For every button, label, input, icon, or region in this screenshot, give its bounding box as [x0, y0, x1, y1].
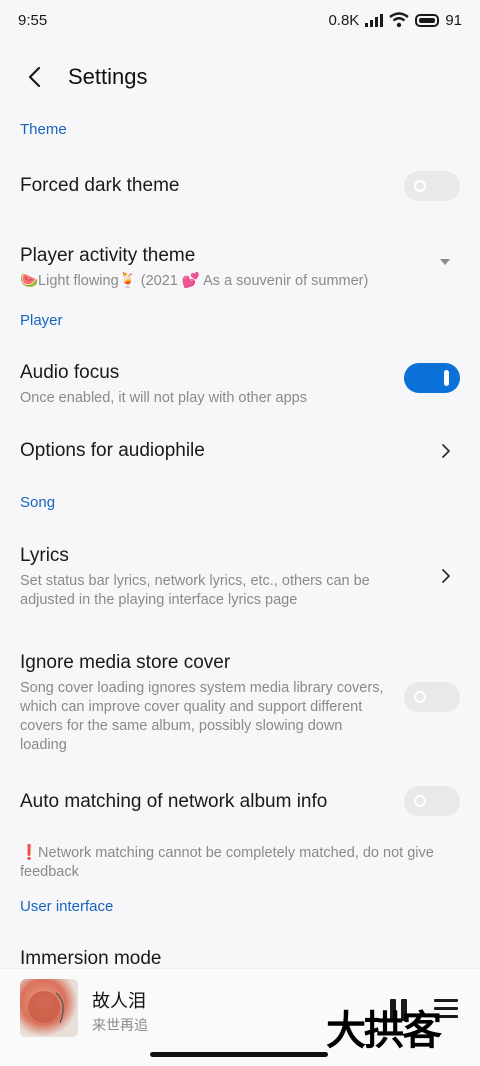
watermark-logo: 大拱客 — [326, 1009, 442, 1053]
player-activity-title: Player activity theme — [20, 245, 196, 266]
wifi-icon — [389, 12, 410, 28]
app-header: Settings — [0, 54, 480, 100]
battery-level: 91 — [445, 11, 462, 29]
status-icons: 0.8K 91 — [328, 12, 462, 29]
ignore-cover-toggle[interactable] — [404, 682, 460, 712]
ignore-cover-subtitle: Song cover loading ignores system media … — [20, 680, 384, 753]
back-button[interactable] — [4, 54, 64, 100]
song-title: 故人泪 — [92, 991, 146, 1011]
audio-focus-title: Audio focus — [20, 362, 120, 383]
chevron-right-icon — [442, 569, 450, 583]
immersion-title: Immersion mode — [20, 948, 162, 969]
audio-focus-toggle[interactable] — [404, 363, 460, 393]
audiophile-title: Options for audiophile — [20, 440, 205, 461]
section-theme: Theme — [20, 121, 67, 138]
player-activity-value: 🍉Light flowing🍹 (2021 💕 As a souvenir of… — [20, 273, 369, 289]
lyrics-subtitle: Set status bar lyrics, network lyrics, e… — [20, 573, 370, 608]
auto-match-note: ❗Network matching cannot be completely m… — [20, 845, 434, 880]
audio-focus-subtitle: Once enabled, it will not play with othe… — [20, 390, 307, 406]
section-user-interface: User interface — [20, 898, 114, 915]
ignore-cover-title: Ignore media store cover — [20, 652, 231, 673]
status-bar: 9:55 0.8K 91 — [0, 0, 480, 40]
back-arrow-icon — [28, 66, 41, 88]
section-song: Song — [20, 494, 56, 511]
network-speed: 0.8K — [328, 11, 360, 29]
auto-match-title: Auto matching of network album info — [20, 791, 328, 812]
dropdown-arrow-icon — [440, 259, 450, 265]
song-artist: 来世再追 — [92, 1017, 148, 1033]
album-cover[interactable] — [20, 979, 78, 1037]
section-player: Player — [20, 312, 63, 329]
cover-art-icon — [28, 991, 64, 1024]
signal-icon — [365, 13, 384, 27]
battery-icon — [415, 13, 440, 27]
auto-match-toggle[interactable] — [404, 786, 460, 816]
forced-dark-title: Forced dark theme — [20, 175, 180, 196]
forced-dark-toggle[interactable] — [404, 171, 460, 201]
page-title: Settings — [68, 64, 148, 89]
home-indicator[interactable] — [150, 1052, 328, 1057]
lyrics-title: Lyrics — [20, 545, 69, 566]
chevron-right-icon — [442, 444, 450, 458]
status-time: 9:55 — [18, 11, 48, 29]
